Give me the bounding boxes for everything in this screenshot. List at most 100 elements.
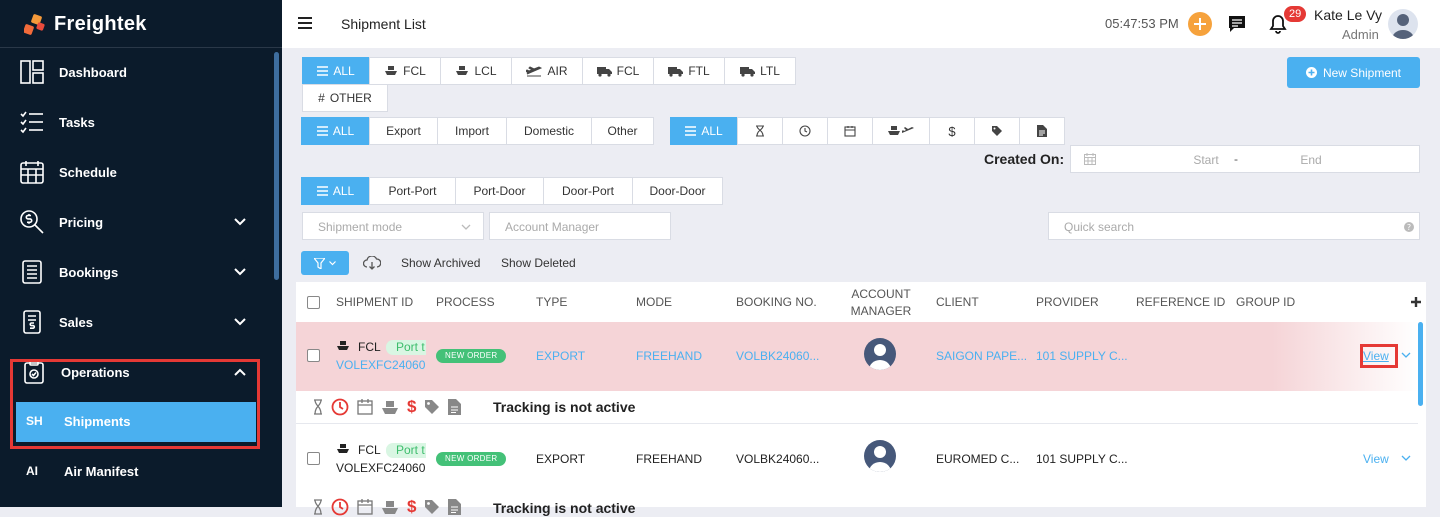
tab-type-import[interactable]: Import (437, 117, 507, 145)
sidebar-subitem-shipments[interactable]: SH Shipments (16, 402, 256, 442)
sidebar-item-sales[interactable]: Sales (0, 297, 274, 347)
date-end-field[interactable]: End (1251, 153, 1371, 167)
tab-route-door-port[interactable]: Door-Port (543, 177, 633, 205)
column-header[interactable]: PROVIDER (1036, 295, 1099, 309)
clock-icon (331, 498, 349, 516)
tab-route-port-door[interactable]: Port-Door (455, 177, 544, 205)
tab-route-all[interactable]: ALL (301, 177, 370, 205)
booking-no-cell[interactable]: VOLBK24060... (736, 452, 828, 466)
quick-add-button[interactable] (1188, 12, 1212, 36)
tab-mode-other[interactable]: # OTHER (302, 84, 388, 112)
chevron-down-icon[interactable] (1401, 455, 1411, 462)
tab-status-tags[interactable] (974, 117, 1020, 145)
filter-button[interactable] (301, 251, 349, 275)
sidebar-item-label: Tasks (59, 114, 95, 130)
provider-cell[interactable]: 101 SUPPLY C... (1036, 349, 1128, 363)
client-cell[interactable]: SAIGON PAPE... (936, 349, 1028, 363)
tab-status-all[interactable]: ALL (670, 117, 738, 145)
booking-no-cell[interactable]: VOLBK24060... (736, 349, 828, 363)
notification-badge: 29 (1284, 6, 1307, 22)
hash-icon: # (318, 91, 325, 105)
select-all-checkbox[interactable] (307, 296, 320, 309)
date-start-field[interactable]: Start (1151, 153, 1261, 167)
tab-status-transport[interactable] (872, 117, 930, 145)
mode-tabs: ALL FCL LCL AIR FCL FTL LTL (302, 57, 796, 85)
tab-mode-fcl-sea[interactable]: FCL (369, 57, 441, 85)
tab-label: Door-Door (649, 184, 706, 198)
sidebar-item-dashboard[interactable]: Dashboard (0, 47, 274, 97)
tab-mode-air[interactable]: AIR (511, 57, 583, 85)
user-avatar[interactable] (1388, 9, 1418, 39)
help-icon[interactable]: ? (1404, 222, 1414, 232)
add-column-icon[interactable] (1410, 296, 1422, 308)
account-manager-select[interactable]: Account Manager (489, 212, 671, 240)
tracking-status: Tracking is not active (493, 399, 636, 415)
tab-mode-lcl[interactable]: LCL (440, 57, 512, 85)
chevron-down-icon[interactable] (1401, 352, 1411, 359)
tab-mode-all[interactable]: ALL (302, 57, 370, 85)
column-header[interactable]: ACCOUNT MANAGER (846, 286, 916, 320)
tab-status-document[interactable] (1019, 117, 1065, 145)
show-archived-toggle[interactable]: Show Archived (401, 256, 480, 270)
table-scrollbar[interactable] (1418, 322, 1423, 406)
column-header[interactable]: MODE (636, 295, 672, 309)
show-deleted-toggle[interactable]: Show Deleted (501, 256, 576, 270)
tab-mode-fcl-truck[interactable]: FCL (582, 57, 654, 85)
freightek-logo-icon (24, 14, 45, 35)
view-link[interactable]: View (1363, 452, 1389, 466)
sidebar-subitem-abbr: SH (26, 414, 43, 428)
tab-mode-ltl[interactable]: LTL (724, 57, 796, 85)
row-checkbox[interactable] (307, 452, 320, 465)
avatar-icon (869, 344, 891, 370)
provider-cell[interactable]: 101 SUPPLY C... (1036, 452, 1128, 466)
tab-mode-ftl[interactable]: FTL (653, 57, 725, 85)
column-header[interactable]: REFERENCE ID (1136, 295, 1225, 309)
created-on-date-range[interactable]: Start - End (1070, 145, 1420, 173)
shipment-id-link[interactable]: VOLEXFC24060 (336, 461, 427, 475)
shipment-id-link[interactable]: VOLEXFC24060 (336, 358, 427, 372)
app-name: Freightek (54, 12, 147, 35)
clock-icon (799, 125, 811, 137)
tab-route-port-port[interactable]: Port-Port (369, 177, 456, 205)
shipment-mode-select[interactable]: Shipment mode (302, 212, 484, 240)
new-shipment-button[interactable]: New Shipment (1287, 57, 1420, 88)
ship-icon (382, 501, 398, 514)
tab-status-clock[interactable] (782, 117, 828, 145)
view-link[interactable]: View (1363, 349, 1389, 363)
tab-type-other[interactable]: Other (591, 117, 654, 145)
column-header[interactable]: TYPE (536, 295, 567, 309)
pricing-icon (20, 210, 44, 234)
created-on-label: Created On: (984, 151, 1065, 167)
column-header[interactable]: BOOKING NO. (736, 295, 817, 309)
calendar-icon (20, 161, 44, 184)
column-header[interactable]: CLIENT (936, 295, 979, 309)
tab-route-door-door[interactable]: Door-Door (632, 177, 723, 205)
column-header[interactable]: PROCESS (436, 295, 495, 309)
quick-search-input[interactable]: Quick search ? (1048, 212, 1420, 240)
tab-status-calendar[interactable] (827, 117, 873, 145)
row-checkbox[interactable] (307, 349, 320, 362)
dollar-icon: $ (407, 397, 417, 416)
sidebar-subitem-air-manifest[interactable]: AI Air Manifest (0, 452, 274, 492)
tab-label: ALL (332, 124, 355, 138)
sidebar-scrollbar[interactable] (274, 52, 279, 280)
column-header[interactable]: SHIPMENT ID (336, 295, 413, 309)
tab-status-price[interactable]: $ (929, 117, 975, 145)
chevron-down-icon (234, 318, 246, 326)
chat-icon[interactable] (1227, 14, 1247, 34)
cloud-download-icon[interactable] (363, 256, 381, 270)
column-header[interactable]: GROUP ID (1236, 295, 1295, 309)
menu-icon[interactable] (298, 17, 312, 29)
app-logo[interactable]: Freightek (24, 10, 147, 38)
sidebar-item-schedule[interactable]: Schedule (0, 147, 274, 197)
sidebar-item-pricing[interactable]: Pricing (0, 197, 274, 247)
sidebar-item-operations[interactable]: Operations (0, 347, 274, 397)
sidebar-item-bookings[interactable]: Bookings (0, 247, 274, 297)
tab-type-domestic[interactable]: Domestic (506, 117, 592, 145)
tab-type-export[interactable]: Export (369, 117, 438, 145)
user-name[interactable]: Kate Le Vy (1314, 7, 1382, 23)
tab-status-pending[interactable] (737, 117, 783, 145)
tab-type-all[interactable]: ALL (301, 117, 370, 145)
sidebar-item-tasks[interactable]: Tasks (0, 97, 274, 147)
client-cell[interactable]: EUROMED C... (936, 452, 1028, 466)
